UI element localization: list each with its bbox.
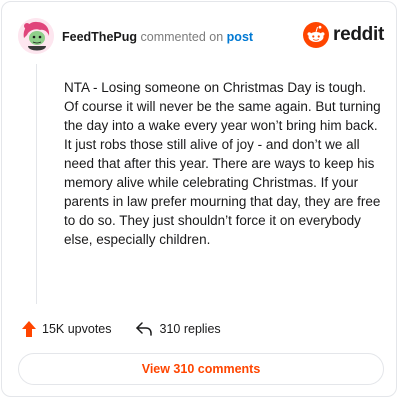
comment-footer: 15K upvotes 310 replies [22, 320, 221, 338]
view-comments-button[interactable]: View 310 comments [18, 353, 384, 385]
user-avatar-icon [18, 18, 54, 54]
comment-card: FeedThePug commented on post reddit NTA … [1, 1, 397, 397]
avatar[interactable] [18, 18, 54, 54]
comment-byline: FeedThePug commented on post [62, 29, 253, 45]
brand-wordmark: reddit [333, 24, 384, 45]
comment-text: NTA - Losing someone on Christmas Day is… [64, 80, 381, 247]
reddit-snoo-icon [303, 22, 330, 48]
username[interactable]: FeedThePug [62, 30, 137, 44]
comment-header: FeedThePug commented on post reddit [16, 16, 386, 56]
upvote-count: 15K upvotes [42, 322, 112, 336]
reddit-logo[interactable]: reddit [303, 22, 384, 48]
reply-count: 310 replies [159, 322, 221, 336]
upvote-arrow-icon[interactable] [22, 321, 36, 337]
reply-arrow-icon[interactable] [135, 322, 152, 336]
post-link[interactable]: post [227, 30, 253, 44]
action-text: commented on [140, 30, 224, 44]
thread-line [36, 64, 37, 304]
